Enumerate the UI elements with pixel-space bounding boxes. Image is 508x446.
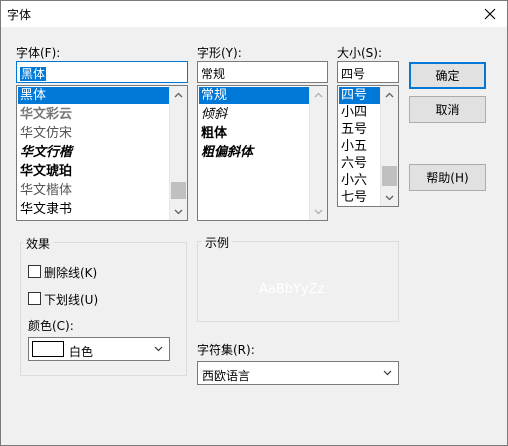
chevron-up-icon [385,92,394,97]
size-item[interactable]: 小五 [339,138,367,155]
help-button[interactable]: 帮助(H) [409,164,486,191]
chevron-down-icon [383,370,392,376]
font-item[interactable]: 华文琥珀 [18,163,72,180]
ok-button[interactable]: 确定 [409,62,486,89]
scroll-thumb[interactable] [382,166,397,186]
size-item[interactable]: 五号 [339,121,367,138]
style-item[interactable]: 倾斜 [199,106,227,123]
font-item[interactable]: 华文楷体 [18,182,72,199]
size-input-value: 四号 [341,67,366,81]
strikeout-label: 删除线(K) [44,266,98,280]
scroll-up-arrow[interactable] [310,86,327,103]
scroll-thumb[interactable] [171,182,186,199]
title-bar: 字体 [1,1,507,27]
chevron-down-icon [154,346,163,352]
strikeout-checkbox[interactable] [28,265,41,278]
cancel-button[interactable]: 取消 [409,96,486,123]
style-input[interactable]: 常规 [197,61,328,83]
size-listbox[interactable]: 四号 小四 五号 小五 六号 小六 七号 [337,85,399,207]
sample-text: AaBbYyZz [259,282,325,297]
close-icon [484,8,496,20]
font-item[interactable]: 华文彩云 [18,106,72,123]
font-scrollbar[interactable] [169,86,187,220]
size-scrollbar[interactable] [380,86,398,206]
size-item[interactable]: 小六 [339,172,367,189]
style-scrollbar[interactable] [309,86,327,220]
scroll-down-arrow[interactable] [310,203,327,220]
font-item[interactable]: 黑体 [18,87,171,104]
font-input[interactable]: 黑体 [16,61,188,83]
chevron-up-icon [314,92,323,97]
font-listbox[interactable]: 黑体 华文彩云 华文仿宋 华文行楷 华文琥珀 华文楷体 华文隶书 [16,85,188,221]
chevron-down-icon [314,209,323,214]
script-label: 字符集(R): [197,343,255,357]
underline-checkbox[interactable] [28,292,41,305]
underline-label: 下划线(U) [44,293,99,307]
close-button[interactable] [473,1,507,27]
size-item[interactable]: 小四 [339,104,367,121]
sample-label: 示例 [202,234,233,251]
style-input-value: 常规 [201,67,226,81]
size-item[interactable]: 七号 [339,189,367,206]
style-item[interactable]: 粗体 [199,125,227,142]
style-label: 字形(Y): [197,46,242,60]
font-input-value: 黑体 [20,67,47,81]
scroll-down-arrow[interactable] [381,189,398,206]
scroll-down-arrow[interactable] [170,203,187,220]
font-item[interactable]: 华文仿宋 [18,125,72,142]
size-item[interactable]: 四号 [339,87,382,104]
size-item[interactable]: 六号 [339,155,367,172]
script-select-value: 西欧语言 [202,369,251,383]
script-select[interactable]: 西欧语言 [197,361,399,385]
effects-label: 效果 [23,235,54,252]
style-listbox[interactable]: 常规 倾斜 粗体 粗偏斜体 [197,85,328,221]
window-title: 字体 [7,8,32,22]
font-label: 字体(F): [16,46,61,60]
chevron-down-icon [385,195,394,200]
size-input[interactable]: 四号 [337,61,399,83]
font-item[interactable]: 华文行楷 [18,144,72,161]
font-dialog: 字体 字体(F): 黑体 黑体 华文彩云 华文仿宋 华文行楷 华文琥珀 华文楷体… [0,0,508,446]
color-select[interactable]: 白色 [28,337,170,361]
color-swatch [32,341,64,357]
chevron-up-icon [174,92,183,97]
color-select-value: 白色 [69,345,94,359]
scroll-up-arrow[interactable] [170,86,187,103]
style-item[interactable]: 粗偏斜体 [199,144,253,161]
scroll-up-arrow[interactable] [381,86,398,103]
font-item[interactable]: 华文隶书 [18,201,72,218]
color-label: 颜色(C): [28,319,74,333]
style-item[interactable]: 常规 [199,87,311,104]
chevron-down-icon [174,209,183,214]
size-label: 大小(S): [337,46,383,60]
